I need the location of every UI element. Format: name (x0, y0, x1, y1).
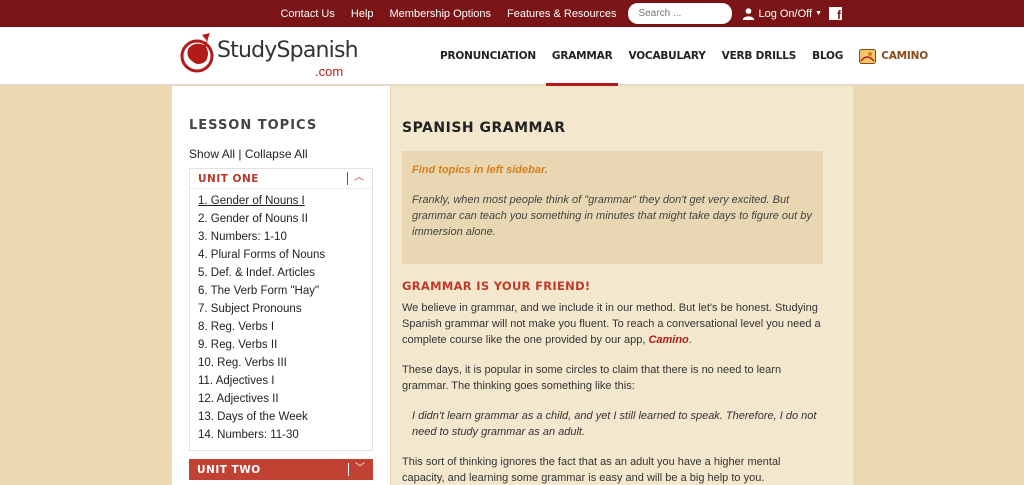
lesson-link[interactable]: 9. Reg. Verbs II (190, 336, 372, 354)
lesson-link[interactable]: 4. Plural Forms of Nouns (190, 246, 372, 264)
features-resources-link[interactable]: Features & Resources (507, 8, 616, 20)
callout-text: Frankly, when most people think of "gram… (412, 194, 812, 238)
facebook-icon[interactable]: f (829, 7, 842, 20)
lesson-link[interactable]: 6. The Verb Form "Hay" (190, 282, 372, 300)
nav-pronunciation[interactable]: PRONUNCIATION (440, 27, 536, 85)
callout-hint: Find topics in left sidebar. (412, 164, 548, 176)
site-header: StudySpanish .com PRONUNCIATION GRAMMAR … (0, 27, 1024, 86)
section-heading: GRAMMAR IS YOUR FRIEND! (402, 279, 591, 293)
separator: | (235, 147, 245, 161)
show-all-link[interactable]: Show All (189, 147, 235, 161)
nav-grammar[interactable]: GRAMMAR (545, 27, 618, 86)
membership-options-link[interactable]: Membership Options (390, 8, 492, 20)
unit-two-label: UNIT TWO (197, 463, 261, 476)
chevron-down-icon[interactable]: ﹀ (348, 463, 365, 476)
paragraph-text: We believe in grammar, and we include it… (402, 302, 821, 346)
caret-down-icon: ▼ (815, 10, 822, 17)
top-bar: Contact Us Help Membership Options Featu… (0, 0, 1024, 27)
logo-domain: .com (315, 64, 344, 79)
paragraph-popular: These days, it is popular in some circle… (402, 364, 782, 392)
nav-blog[interactable]: BLOG (812, 27, 843, 85)
nav-vocabulary[interactable]: VOCABULARY (628, 27, 705, 85)
sidebar-title: LESSON TOPICS (189, 118, 318, 133)
lesson-link[interactable]: 11. Adjectives I (190, 372, 372, 390)
lesson-link[interactable]: 14. Numbers: 11-30 (190, 426, 372, 444)
unit-one-header[interactable]: UNIT ONE ︿ (190, 169, 372, 189)
expand-controls: Show All | Collapse All (189, 147, 373, 161)
collapse-all-link[interactable]: Collapse All (245, 147, 308, 161)
lesson-link[interactable]: 8. Reg. Verbs I (190, 318, 372, 336)
lesson-list: 1. Gender of Nouns I 2. Gender of Nouns … (190, 189, 372, 450)
login-label: Log On/Off (758, 7, 813, 20)
user-icon (743, 8, 755, 20)
unit-two-header[interactable]: UNIT TWO ﹀ (189, 459, 373, 480)
paragraph-end: . (688, 334, 692, 346)
contact-us-link[interactable]: Contact Us (280, 8, 334, 20)
paragraph-thinking: This sort of thinking ignores the fact t… (402, 456, 781, 484)
nav-camino-label: CAMINO (881, 50, 928, 62)
lesson-link[interactable]: 2. Gender of Nouns II (190, 210, 372, 228)
main-nav: PRONUNCIATION GRAMMAR VOCABULARY VERB DR… (440, 27, 944, 86)
lesson-link[interactable]: 13. Days of the Week (190, 408, 372, 426)
paragraph-intro: We believe in grammar, and we include it… (402, 300, 823, 348)
unit-one-panel: UNIT ONE ︿ 1. Gender of Nouns I 2. Gende… (189, 168, 373, 451)
unit-one-label: UNIT ONE (198, 172, 259, 185)
camino-icon (859, 48, 877, 64)
main-content: SPANISH GRAMMAR Find topics in left side… (391, 86, 853, 485)
page-title: SPANISH GRAMMAR (402, 120, 566, 136)
search-input[interactable] (628, 3, 733, 24)
nav-camino[interactable]: CAMINO (859, 27, 928, 85)
login-menu[interactable]: Log On/Off ▼ (742, 7, 822, 20)
lesson-link[interactable]: 1. Gender of Nouns I (190, 192, 372, 210)
chevron-up-icon[interactable]: ︿ (347, 172, 364, 185)
lesson-link[interactable]: 5. Def. & Indef. Articles (190, 264, 372, 282)
lesson-link[interactable]: 3. Numbers: 1-10 (190, 228, 372, 246)
camino-link[interactable]: Camino (648, 334, 688, 346)
bull-logo-icon (180, 33, 214, 73)
logo-text: StudySpanish (217, 38, 359, 63)
lesson-sidebar: LESSON TOPICS Show All | Collapse All UN… (172, 86, 390, 485)
quote-block: I didn't learn grammar as a child, and y… (412, 410, 817, 438)
site-logo[interactable]: StudySpanish .com (180, 31, 359, 81)
nav-verb-drills[interactable]: VERB DRILLS (722, 27, 797, 85)
lesson-link[interactable]: 10. Reg. Verbs III (190, 354, 372, 372)
lesson-link[interactable]: 12. Adjectives II (190, 390, 372, 408)
intro-callout: Find topics in left sidebar. Frankly, wh… (402, 151, 823, 264)
help-link[interactable]: Help (351, 8, 374, 20)
lesson-link[interactable]: 7. Subject Pronouns (190, 300, 372, 318)
